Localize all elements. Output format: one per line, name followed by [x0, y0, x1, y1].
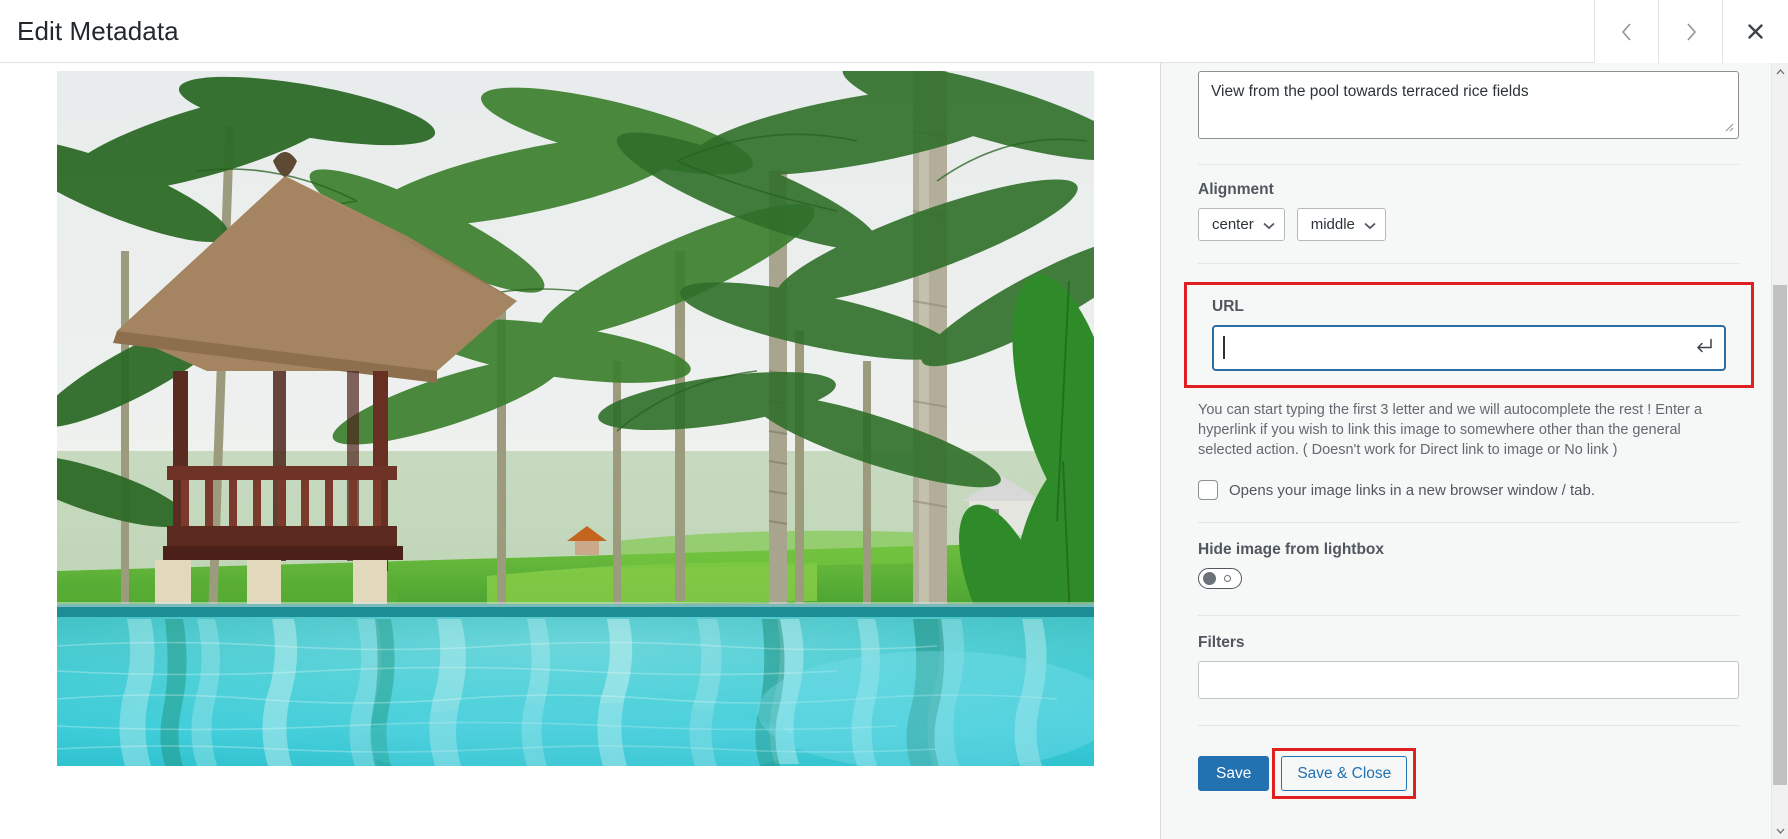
chevron-down-icon: [1364, 216, 1376, 233]
edit-metadata-dialog: Edit Metadata View from the pool towards…: [0, 0, 1788, 839]
vertical-alignment-value: middle: [1310, 216, 1355, 233]
scroll-down-button[interactable]: [1772, 822, 1788, 839]
divider: [1198, 725, 1739, 726]
chevron-right-icon: [1684, 21, 1698, 43]
hide-from-lightbox-toggle[interactable]: [1198, 568, 1242, 589]
text-cursor: [1223, 336, 1225, 359]
settings-scroll-area: Alignment center middle: [1161, 63, 1771, 839]
scrollbar-thumb[interactable]: [1773, 285, 1787, 785]
filters-label: Filters: [1198, 634, 1245, 651]
chevron-left-icon: [1620, 21, 1634, 43]
header-actions: [1594, 0, 1788, 63]
url-input-wrap: [1212, 325, 1726, 371]
metadata-settings-panel: Alignment center middle: [1160, 63, 1788, 839]
url-field-highlight: URL: [1184, 282, 1754, 388]
divider: [1198, 263, 1739, 264]
dialog-body: Alignment center middle: [0, 63, 1788, 839]
horizontal-alignment-value: center: [1212, 216, 1254, 233]
previous-item-button[interactable]: [1594, 0, 1658, 63]
lightbox-block: Hide image from lightbox: [1198, 541, 1739, 589]
description-textarea[interactable]: [1198, 71, 1739, 139]
toggle-off-indicator-icon: [1224, 575, 1231, 582]
description-field-block: [1198, 63, 1739, 144]
next-item-button[interactable]: [1658, 0, 1722, 63]
new-window-checkbox[interactable]: [1198, 480, 1218, 500]
tropical-pool-photo: [57, 71, 1094, 766]
save-close-highlight: Save & Close: [1272, 748, 1417, 799]
alignment-block: Alignment center middle: [1198, 181, 1739, 241]
lightbox-label: Hide image from lightbox: [1198, 541, 1385, 558]
filters-input[interactable]: [1198, 661, 1739, 699]
divider: [1198, 164, 1739, 165]
action-buttons: Save Save & Close: [1198, 748, 1739, 799]
chevron-down-icon: [1263, 216, 1275, 233]
image-preview[interactable]: [57, 71, 1094, 766]
url-label: URL: [1212, 298, 1244, 315]
close-icon: [1747, 23, 1764, 40]
alignment-selects: center middle: [1198, 208, 1739, 241]
page-title: Edit Metadata: [17, 15, 179, 46]
url-help-text: You can start typing the first 3 letter …: [1198, 402, 1703, 458]
filters-block: Filters: [1198, 634, 1739, 699]
scroll-up-button[interactable]: [1772, 63, 1788, 80]
horizontal-alignment-select[interactable]: center: [1198, 208, 1285, 241]
save-and-close-button[interactable]: Save & Close: [1281, 756, 1408, 791]
divider: [1198, 522, 1739, 523]
vertical-alignment-select[interactable]: middle: [1296, 208, 1386, 241]
panel-scrollbar[interactable]: [1771, 63, 1788, 839]
new-window-label: Opens your image links in a new browser …: [1229, 481, 1596, 499]
close-dialog-button[interactable]: [1722, 0, 1788, 63]
save-button[interactable]: Save: [1198, 756, 1270, 791]
url-input[interactable]: [1212, 325, 1726, 371]
enter-key-icon[interactable]: [1695, 338, 1713, 359]
new-window-row[interactable]: Opens your image links in a new browser …: [1198, 480, 1739, 500]
image-preview-pane: [0, 63, 1160, 839]
divider: [1198, 615, 1739, 616]
dialog-header: Edit Metadata: [0, 0, 1788, 63]
toggle-knob: [1203, 572, 1216, 585]
alignment-label: Alignment: [1198, 181, 1274, 198]
